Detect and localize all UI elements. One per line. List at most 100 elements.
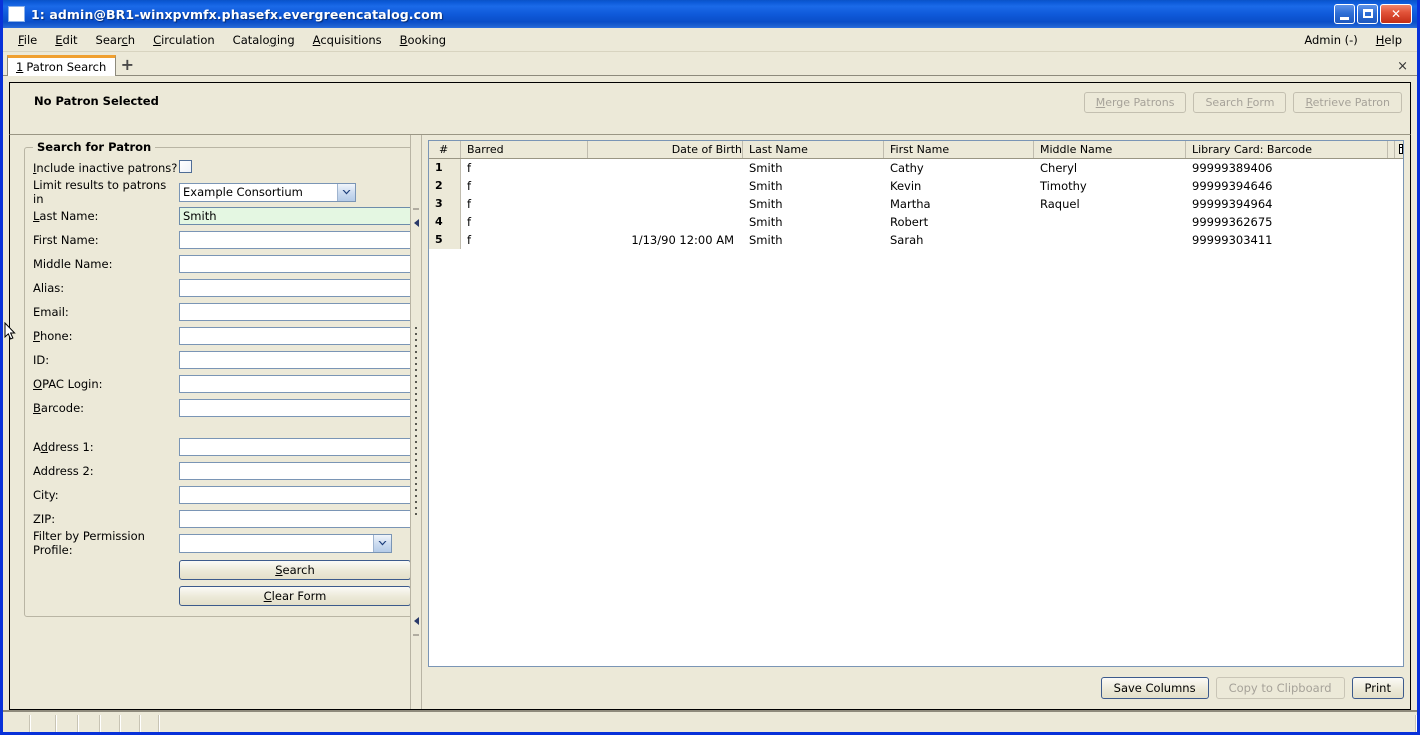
zip-input[interactable] [179, 510, 410, 528]
maximize-button[interactable] [1357, 4, 1378, 24]
print-button[interactable]: Print [1351, 677, 1404, 699]
new-tab-button[interactable]: + [116, 54, 138, 75]
table-row[interactable]: 4 f Smith Robert 99999362675 [429, 213, 1403, 231]
menu-acquisitions[interactable]: Acquisitions [304, 30, 391, 50]
splitter-expand-icon[interactable] [413, 617, 419, 625]
opac-login-input[interactable] [179, 375, 410, 393]
column-header-last[interactable]: Last Name [743, 141, 884, 158]
phone-input[interactable] [179, 327, 410, 345]
menu-file-label: ile [23, 32, 38, 47]
merge-patrons-button[interactable]: Merge Patrons [1083, 92, 1187, 113]
clear-form-button[interactable]: Clear Form [179, 586, 410, 606]
row-zip: ZIP: [33, 507, 410, 531]
org-unit-select[interactable]: Example Consortium [179, 182, 356, 202]
address-1-input[interactable] [179, 438, 410, 456]
column-picker-icon[interactable] [1395, 141, 1403, 158]
column-header-num[interactable]: # [429, 141, 461, 158]
results-grid-body: 1 f Smith Cathy Cheryl 99999389406 2 f Smith Kevi… [429, 159, 1403, 666]
status-cell [57, 715, 79, 732]
results-grid-header: # Barred Date of Birth Last Name First Name M… [429, 141, 1403, 159]
row-last-name: Last Name: [33, 204, 410, 228]
search-form-button[interactable]: Search Form [1193, 92, 1287, 113]
cell-middle: Cheryl [1040, 161, 1078, 175]
menu-search[interactable]: Search [87, 30, 145, 50]
row-opac-login: OPAC Login: [33, 372, 410, 396]
row-id: ID: [33, 348, 410, 372]
first-name-input[interactable] [179, 231, 410, 249]
chevron-down-icon[interactable] [373, 534, 391, 552]
search-button[interactable]: Search [179, 560, 410, 580]
permission-profile-field [179, 533, 410, 553]
menu-help[interactable]: Help [1367, 30, 1411, 50]
alias-field [179, 279, 410, 297]
table-row[interactable]: 5 f 1/13/90 12:00 AM Smith Sarah 99999303411 [429, 231, 1403, 249]
menu-booking[interactable]: Booking [391, 30, 455, 50]
menu-edit[interactable]: Edit [46, 30, 86, 50]
last-name-input[interactable] [179, 207, 410, 225]
row-limit-results: Limit results to patrons in Example Cons… [33, 178, 410, 206]
row-phone: Phone: [33, 324, 410, 348]
tab-patron-search[interactable]: 1 Patron Search [7, 55, 117, 76]
cell-barcode: 99999303411 [1192, 233, 1273, 247]
cell-dob [588, 213, 743, 231]
column-header-first[interactable]: First Name [884, 141, 1034, 158]
column-header-barred[interactable]: Barred [461, 141, 588, 158]
splitter-collapse-icon[interactable] [413, 219, 419, 227]
row-first-name: First Name: [33, 228, 410, 252]
content-area: No Patron Selected Merge Patrons Search … [3, 76, 1417, 710]
window-controls: ✕ [1334, 4, 1415, 24]
middle-name-input[interactable] [179, 255, 410, 273]
table-row[interactable]: 1 f Smith Cathy Cheryl 99999389406 [429, 159, 1403, 177]
limit-results-label: Limit results to patrons in [33, 178, 167, 206]
chevron-down-icon[interactable] [337, 183, 355, 201]
minimize-icon [1340, 17, 1349, 20]
minimize-button[interactable] [1334, 4, 1355, 24]
menu-cataloging[interactable]: Cataloging [224, 30, 304, 50]
include-inactive-checkbox[interactable] [179, 160, 192, 173]
pane-splitter[interactable] [410, 135, 422, 709]
table-row[interactable]: 2 f Smith Kevin Timothy 99999394646 [429, 177, 1403, 195]
cell-barred: f [467, 161, 472, 175]
include-inactive-label: Include inactive patrons? [33, 161, 178, 175]
cell-barred: f [467, 179, 472, 193]
middle-name-field [179, 255, 410, 273]
city-input[interactable] [179, 486, 410, 504]
form-spacer [33, 420, 410, 435]
barcode-input[interactable] [179, 399, 410, 417]
alias-input[interactable] [179, 279, 410, 297]
copy-to-clipboard-button[interactable]: Copy to Clipboard [1215, 677, 1345, 699]
save-columns-button[interactable]: Save Columns [1100, 677, 1209, 699]
address-2-input[interactable] [179, 462, 410, 480]
menu-file[interactable]: File [9, 30, 46, 50]
column-header-barcode[interactable]: Library Card: Barcode [1186, 141, 1388, 158]
retrieve-patron-button[interactable]: Retrieve Patron [1293, 92, 1402, 113]
title-bar: 1: admin@BR1-winxpvmfx.phasefx.evergreen… [3, 0, 1417, 28]
status-cell-message [160, 715, 1417, 732]
city-field [179, 486, 410, 504]
column-header-filler [1388, 141, 1395, 158]
maximize-icon [1363, 9, 1373, 18]
id-input[interactable] [179, 351, 410, 369]
splitter-grip[interactable] [415, 327, 417, 517]
address-2-label: Address 2: [33, 464, 94, 478]
menu-admin[interactable]: Admin (-) [1295, 30, 1366, 50]
permission-profile-select[interactable] [179, 533, 392, 553]
column-header-middle[interactable]: Middle Name [1034, 141, 1186, 158]
status-cell [31, 715, 57, 732]
email-label: Email: [33, 305, 69, 319]
table-row[interactable]: 3 f Smith Martha Raquel 99999394964 [429, 195, 1403, 213]
results-rows: 1 f Smith Cathy Cheryl 99999389406 2 f Smith Kevi… [429, 159, 1403, 666]
limit-results-field: Example Consortium [179, 182, 410, 202]
search-group-legend: Search for Patron [37, 140, 152, 154]
middle-name-label: Middle Name: [33, 257, 113, 271]
cell-barred: f [467, 233, 472, 247]
column-header-dob[interactable]: Date of Birth [588, 141, 743, 158]
close-button[interactable]: ✕ [1380, 4, 1412, 24]
email-input[interactable] [179, 303, 410, 321]
cell-num: 3 [429, 195, 461, 213]
cell-last: Smith [749, 197, 783, 211]
close-tab-icon[interactable]: × [1397, 60, 1408, 75]
cell-filler [1388, 231, 1403, 249]
menu-circulation[interactable]: Circulation [144, 30, 224, 50]
row-alias: Alias: [33, 276, 410, 300]
